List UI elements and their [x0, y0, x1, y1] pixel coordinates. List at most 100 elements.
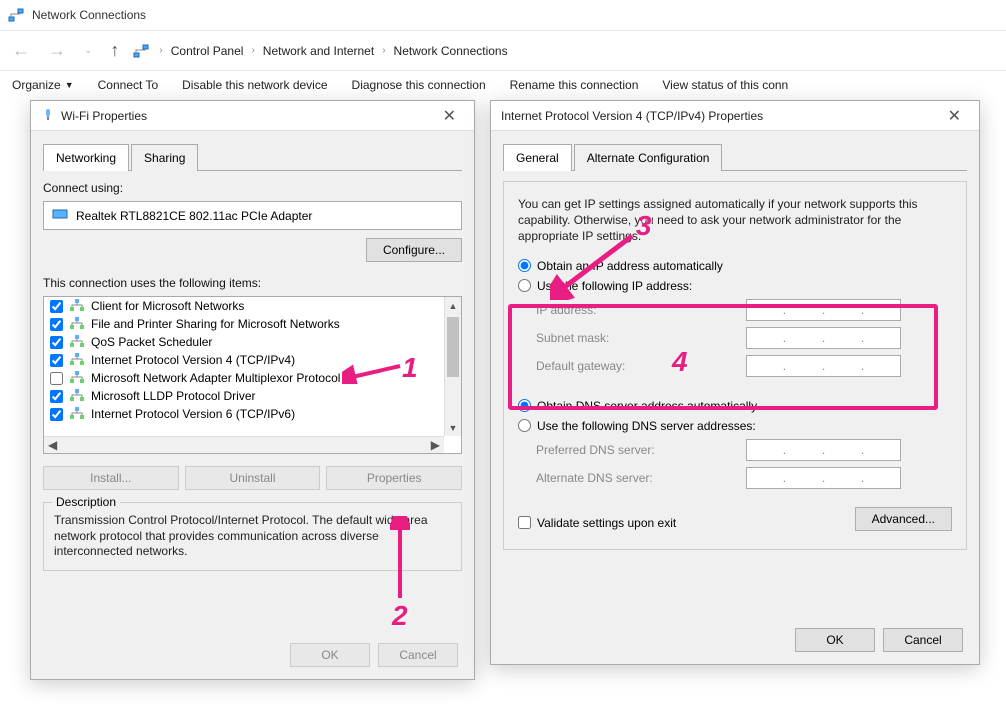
- toolbar-diagnose[interactable]: Diagnose this connection: [352, 78, 486, 92]
- nav-back-button[interactable]: ←: [8, 36, 34, 65]
- tab-sharing[interactable]: Sharing: [131, 144, 198, 171]
- adapter-name: Realtek RTL8821CE 802.11ac PCIe Adapter: [76, 209, 312, 223]
- breadcrumb[interactable]: › Control Panel › Network and Internet ›…: [159, 44, 507, 58]
- toolbar: Organize▼ Connect To Disable this networ…: [0, 70, 1006, 98]
- connect-using-label: Connect using:: [43, 181, 462, 195]
- item-checkbox[interactable]: [50, 408, 63, 421]
- list-item[interactable]: Microsoft LLDP Protocol Driver: [44, 387, 461, 405]
- properties-button[interactable]: Properties: [326, 466, 462, 490]
- chevron-right-icon: ›: [159, 45, 162, 56]
- preferred-dns-row: Preferred DNS server: ...: [536, 439, 952, 461]
- install-button[interactable]: Install...: [43, 466, 179, 490]
- alternate-dns-input[interactable]: ...: [746, 467, 901, 489]
- advanced-button[interactable]: Advanced...: [855, 507, 952, 531]
- scroll-down-icon[interactable]: ▼: [445, 419, 461, 436]
- validate-checkbox-input[interactable]: [518, 516, 531, 529]
- dropdown-icon: ▼: [65, 80, 74, 90]
- toolbar-disable[interactable]: Disable this network device: [182, 78, 327, 92]
- radio-manual-ip-input[interactable]: [518, 279, 531, 292]
- default-gateway-input[interactable]: ...: [746, 355, 901, 377]
- protocol-icon: [69, 317, 85, 331]
- tabstrip: Networking Sharing: [43, 143, 462, 171]
- tcpip-panel: You can get IP settings assigned automat…: [503, 181, 967, 550]
- radio-manual-dns[interactable]: Use the following DNS server addresses:: [518, 419, 952, 433]
- preferred-dns-label: Preferred DNS server:: [536, 443, 746, 457]
- scroll-left-icon[interactable]: ◀: [48, 438, 57, 452]
- radio-auto-dns[interactable]: Obtain DNS server address automatically: [518, 399, 952, 413]
- item-checkbox[interactable]: [50, 390, 63, 403]
- radio-auto-dns-input[interactable]: [518, 399, 531, 412]
- validate-settings-checkbox[interactable]: Validate settings upon exit: [518, 516, 855, 530]
- cancel-button[interactable]: Cancel: [378, 643, 458, 667]
- toolbar-view-status[interactable]: View status of this conn: [662, 78, 788, 92]
- list-item[interactable]: Internet Protocol Version 6 (TCP/IPv6): [44, 405, 461, 423]
- tcpip-properties-dialog: Internet Protocol Version 4 (TCP/IPv4) P…: [490, 100, 980, 665]
- toolbar-connect-to[interactable]: Connect To: [98, 78, 159, 92]
- protocol-icon: [69, 371, 85, 385]
- item-checkbox[interactable]: [50, 300, 63, 313]
- adapter-icon: [52, 208, 68, 223]
- item-checkbox[interactable]: [50, 372, 63, 385]
- scroll-up-icon[interactable]: ▲: [445, 297, 461, 314]
- list-item[interactable]: QoS Packet Scheduler: [44, 333, 461, 351]
- list-item[interactable]: Microsoft Network Adapter Multiplexor Pr…: [44, 369, 461, 387]
- dialog-titlebar[interactable]: Internet Protocol Version 4 (TCP/IPv4) P…: [491, 101, 979, 131]
- item-label: File and Printer Sharing for Microsoft N…: [91, 317, 340, 331]
- preferred-dns-input[interactable]: ...: [746, 439, 901, 461]
- default-gateway-row: Default gateway: ...: [536, 355, 952, 377]
- breadcrumb-network-internet[interactable]: Network and Internet: [263, 44, 374, 58]
- nav-bar: ← → ⌄ ↑ › Control Panel › Network and In…: [0, 30, 1006, 70]
- radio-auto-ip-input[interactable]: [518, 259, 531, 272]
- toolbar-rename[interactable]: Rename this connection: [510, 78, 639, 92]
- item-label: QoS Packet Scheduler: [91, 335, 212, 349]
- window-header: Network Connections: [0, 0, 1006, 30]
- nav-recent-button[interactable]: ⌄: [80, 41, 96, 60]
- protocol-icon: [69, 389, 85, 403]
- connection-items-list[interactable]: Client for Microsoft Networks File and Pr…: [43, 296, 462, 454]
- item-checkbox[interactable]: [50, 336, 63, 349]
- configure-button[interactable]: Configure...: [366, 238, 462, 262]
- toolbar-organize[interactable]: Organize▼: [12, 78, 74, 92]
- wifi-properties-dialog: Wi-Fi Properties ✕ Networking Sharing Co…: [30, 100, 475, 680]
- list-item[interactable]: File and Printer Sharing for Microsoft N…: [44, 315, 461, 333]
- window-title: Network Connections: [32, 8, 146, 22]
- radio-manual-dns-input[interactable]: [518, 419, 531, 432]
- ok-button[interactable]: OK: [290, 643, 370, 667]
- cancel-button[interactable]: Cancel: [883, 628, 963, 652]
- subnet-mask-input[interactable]: ...: [746, 327, 901, 349]
- nav-forward-button[interactable]: →: [44, 36, 70, 65]
- tabstrip: General Alternate Configuration: [503, 143, 967, 171]
- chevron-right-icon: ›: [382, 45, 385, 56]
- ip-address-input[interactable]: ...: [746, 299, 901, 321]
- close-icon[interactable]: ✕: [940, 106, 969, 126]
- list-item[interactable]: Client for Microsoft Networks: [44, 297, 461, 315]
- wifi-icon: [41, 107, 55, 124]
- tab-networking[interactable]: Networking: [43, 144, 129, 171]
- ok-button[interactable]: OK: [795, 628, 875, 652]
- item-checkbox[interactable]: [50, 354, 63, 367]
- nav-up-button[interactable]: ↑: [106, 36, 123, 65]
- subnet-mask-row: Subnet mask: ...: [536, 327, 952, 349]
- breadcrumb-control-panel[interactable]: Control Panel: [171, 44, 244, 58]
- item-checkbox[interactable]: [50, 318, 63, 331]
- vertical-scrollbar[interactable]: ▲ ▼: [444, 297, 461, 436]
- protocol-icon: [69, 335, 85, 349]
- scroll-right-icon[interactable]: ▶: [431, 438, 440, 452]
- uninstall-button[interactable]: Uninstall: [185, 466, 321, 490]
- tab-alternate-configuration[interactable]: Alternate Configuration: [574, 144, 723, 171]
- dialog-titlebar[interactable]: Wi-Fi Properties ✕: [31, 101, 474, 131]
- scrollbar-thumb[interactable]: [447, 317, 459, 377]
- info-text: You can get IP settings assigned automat…: [518, 196, 952, 245]
- protocol-icon: [69, 407, 85, 421]
- close-icon[interactable]: ✕: [435, 106, 464, 126]
- breadcrumb-network-connections[interactable]: Network Connections: [394, 44, 508, 58]
- adapter-field[interactable]: Realtek RTL8821CE 802.11ac PCIe Adapter: [43, 201, 462, 230]
- radio-auto-ip[interactable]: Obtain an IP address automatically: [518, 259, 952, 273]
- protocol-icon: [69, 299, 85, 313]
- dialog-title: Wi-Fi Properties: [61, 109, 435, 123]
- horizontal-scrollbar[interactable]: ◀ ▶: [44, 436, 444, 453]
- tab-general[interactable]: General: [503, 144, 572, 171]
- radio-manual-ip[interactable]: Use the following IP address:: [518, 279, 952, 293]
- list-item[interactable]: Internet Protocol Version 4 (TCP/IPv4): [44, 351, 461, 369]
- default-gateway-label: Default gateway:: [536, 359, 746, 373]
